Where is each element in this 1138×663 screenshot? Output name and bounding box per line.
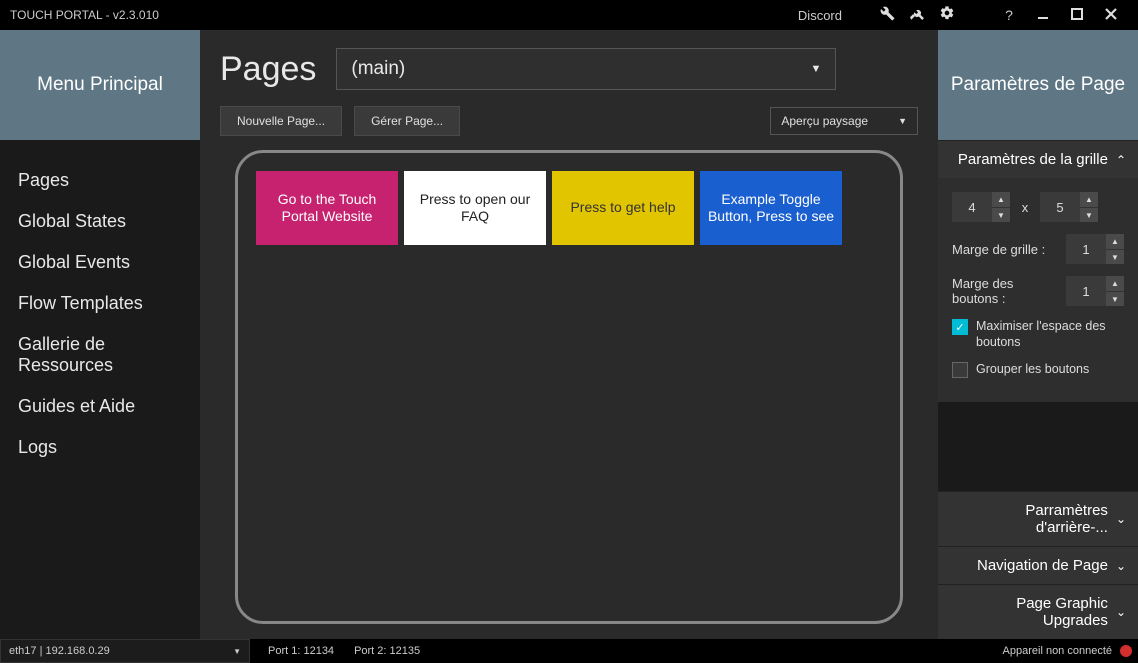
minimize-icon[interactable]	[1026, 7, 1060, 23]
chevron-down-icon: ▼	[811, 63, 822, 75]
grid-settings-panel: 4 ▲▼ x 5 ▲▼ Marge de grille : 1 ▲▼ Marge…	[938, 178, 1138, 402]
grid-button-help[interactable]: Press to get help	[552, 171, 694, 245]
x-separator: x	[1018, 200, 1032, 215]
grid-button-example-toggle[interactable]: Example Toggle Button, Press to see	[700, 171, 842, 245]
group-buttons-checkbox[interactable]	[952, 362, 968, 378]
sidebar-item-global-states[interactable]: Global States	[18, 201, 200, 242]
page-title: Pages	[220, 50, 316, 89]
maximize-icon[interactable]	[1060, 7, 1094, 23]
manage-page-button[interactable]: Gérer Page...	[354, 106, 460, 136]
chevron-down-icon: ⌄	[1116, 512, 1126, 526]
connection-status-dot	[1120, 645, 1132, 657]
sidebar-item-resource-gallery[interactable]: Gallerie de Ressources	[18, 324, 200, 386]
section-graphic-upgrades[interactable]: Page Graphic Upgrades ⌄	[938, 584, 1138, 639]
page-select-value: (main)	[351, 58, 405, 80]
grid-margin-label: Marge de grille :	[952, 242, 1058, 257]
grid-cols-spinner[interactable]: 4 ▲▼	[952, 192, 1010, 222]
discord-link[interactable]: Discord	[798, 8, 842, 23]
arrow-down-icon[interactable]: ▼	[1106, 291, 1124, 306]
wrench-icon[interactable]	[872, 6, 902, 25]
center-panel: Pages (main) ▼ Nouvelle Page... Gérer Pa…	[200, 30, 938, 639]
port2-label: Port 2: 12135	[354, 645, 420, 657]
grid-button-faq[interactable]: Press to open our FAQ	[404, 171, 546, 245]
app-title: TOUCH PORTAL - v2.3.010	[10, 8, 159, 22]
button-margin-spinner[interactable]: 1 ▲▼	[1066, 276, 1124, 306]
sidebar-item-logs[interactable]: Logs	[18, 427, 200, 468]
section-grid-settings[interactable]: Paramètres de la grille ⌃	[938, 140, 1138, 178]
sidebar-item-global-events[interactable]: Global Events	[18, 242, 200, 283]
maximize-space-checkbox[interactable]: ✓	[952, 319, 968, 335]
arrow-down-icon[interactable]: ▼	[1106, 249, 1124, 264]
help-icon[interactable]: ?	[992, 7, 1026, 23]
sidebar-right: Paramètres de Page Paramètres de la gril…	[938, 30, 1138, 639]
sidebar-left: Menu Principal Pages Global States Globa…	[0, 30, 200, 639]
status-bar: eth17 | 192.168.0.29 ▼ Port 1: 12134 Por…	[0, 639, 1138, 663]
connection-status-label: Appareil non connecté	[1003, 645, 1112, 657]
gear-icon[interactable]	[932, 5, 962, 25]
new-page-button[interactable]: Nouvelle Page...	[220, 106, 342, 136]
chevron-up-icon: ⌃	[1116, 153, 1126, 167]
device-preview-frame: Go to the Touch Portal Website Press to …	[235, 150, 903, 624]
close-icon[interactable]	[1094, 7, 1128, 23]
arrow-up-icon[interactable]: ▲	[992, 192, 1010, 207]
grid-button-website[interactable]: Go to the Touch Portal Website	[256, 171, 398, 245]
tools-icon[interactable]	[902, 6, 932, 25]
port1-label: Port 1: 12134	[268, 645, 334, 657]
arrow-down-icon[interactable]: ▼	[1080, 207, 1098, 222]
arrow-down-icon[interactable]: ▼	[992, 207, 1010, 222]
preview-mode-value: Aperçu paysage	[781, 114, 868, 128]
chevron-down-icon: ⌄	[1116, 605, 1126, 619]
sidebar-item-flow-templates[interactable]: Flow Templates	[18, 283, 200, 324]
chevron-down-icon: ⌄	[1116, 559, 1126, 573]
sidebar-header: Menu Principal	[0, 30, 200, 140]
section-background-settings[interactable]: Parramètres d'arrière-... ⌄	[938, 491, 1138, 546]
section-page-navigation[interactable]: Navigation de Page ⌄	[938, 546, 1138, 584]
chevron-down-icon: ▼	[233, 647, 241, 656]
grid-rows-value: 5	[1040, 192, 1080, 222]
page-select-dropdown[interactable]: (main) ▼	[336, 48, 836, 90]
preview-mode-dropdown[interactable]: Aperçu paysage ▼	[770, 107, 918, 135]
button-margin-value: 1	[1066, 276, 1106, 306]
grid-margin-spinner[interactable]: 1 ▲▼	[1066, 234, 1124, 264]
right-header: Paramètres de Page	[938, 30, 1138, 140]
grid-cols-value: 4	[952, 192, 992, 222]
maximize-space-label: Maximiser l'espace des boutons	[976, 318, 1124, 351]
arrow-up-icon[interactable]: ▲	[1106, 234, 1124, 249]
arrow-up-icon[interactable]: ▲	[1106, 276, 1124, 291]
title-bar: TOUCH PORTAL - v2.3.010 Discord ?	[0, 0, 1138, 30]
grid-margin-value: 1	[1066, 234, 1106, 264]
sidebar-item-pages[interactable]: Pages	[18, 160, 200, 201]
group-buttons-label: Grouper les boutons	[976, 361, 1089, 377]
button-margin-label: Marge des boutons :	[952, 276, 1058, 306]
network-interface-value: eth17 | 192.168.0.29	[9, 645, 110, 657]
chevron-down-icon: ▼	[898, 116, 907, 126]
arrow-up-icon[interactable]: ▲	[1080, 192, 1098, 207]
sidebar-item-guides-help[interactable]: Guides et Aide	[18, 386, 200, 427]
grid-rows-spinner[interactable]: 5 ▲▼	[1040, 192, 1098, 222]
network-interface-dropdown[interactable]: eth17 | 192.168.0.29 ▼	[0, 639, 250, 663]
